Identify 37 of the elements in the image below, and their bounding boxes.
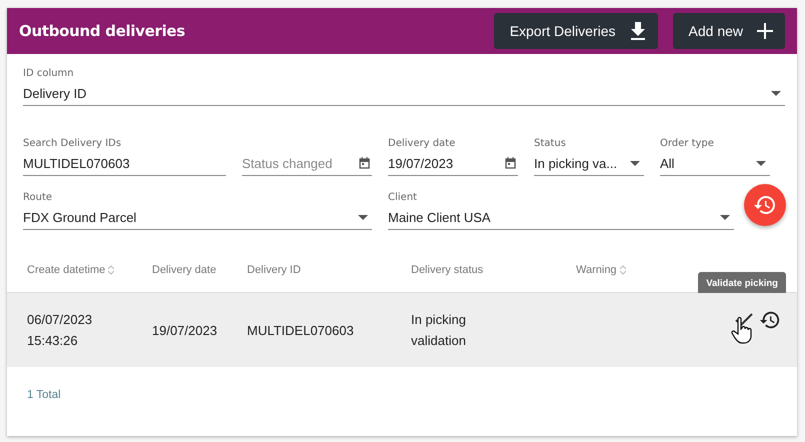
- tooltip: Validate picking: [698, 272, 786, 295]
- caret-icon: [630, 160, 640, 166]
- column-header: Delivery ID: [247, 264, 301, 276]
- total-count: 1 Total: [27, 389, 61, 401]
- select-field[interactable]: Client Maine Client USA: [388, 192, 734, 230]
- hand-cursor-icon: [731, 317, 753, 345]
- select-field[interactable]: Status In picking va...: [534, 138, 644, 176]
- download-icon: [630, 22, 646, 40]
- column-header: Delivery status: [411, 264, 484, 276]
- column-header[interactable]: Create datetime: [27, 264, 106, 276]
- date-field[interactable]: Status changed: [242, 138, 372, 176]
- column-header: Delivery date: [152, 264, 216, 276]
- select-field[interactable]: Route FDX Ground Parcel: [23, 192, 372, 230]
- caret-icon: [358, 214, 368, 220]
- select-field[interactable]: Order type All: [660, 138, 770, 176]
- page-title: Outbound deliveries: [19, 22, 186, 40]
- add-button[interactable]: Add new: [672, 13, 785, 49]
- caret-icon: [720, 214, 730, 220]
- history-icon: [753, 193, 777, 217]
- calendar-icon[interactable]: [359, 157, 370, 169]
- search-field[interactable]: Search Delivery IDs MULTIDEL070603: [23, 138, 226, 176]
- calendar-icon[interactable]: [505, 157, 516, 169]
- check-icon[interactable]: [735, 313, 753, 327]
- table-cell-text: 19/07/2023: [152, 322, 218, 338]
- date-field[interactable]: Delivery date 19/07/2023: [388, 138, 518, 176]
- history-button[interactable]: [744, 184, 786, 226]
- table-cell-text: In picking validation: [411, 312, 467, 348]
- column-header[interactable]: Warning: [576, 264, 617, 276]
- table-row[interactable]: 06/07/2023 15:43:26 19/07/2023 MULTIDEL070603 In picking validation: [7, 293, 797, 367]
- caret-icon: [756, 160, 766, 166]
- id-column-select[interactable]: ID column Delivery ID: [23, 68, 785, 106]
- table-cell-text: MULTIDEL070603: [247, 322, 355, 338]
- table-cell-text: 06/07/2023 15:43:26: [27, 312, 94, 348]
- plus-icon: [757, 23, 773, 39]
- export-button[interactable]: Export Deliveries: [494, 13, 658, 49]
- caret-icon: [771, 90, 781, 96]
- history-icon[interactable]: [759, 309, 781, 331]
